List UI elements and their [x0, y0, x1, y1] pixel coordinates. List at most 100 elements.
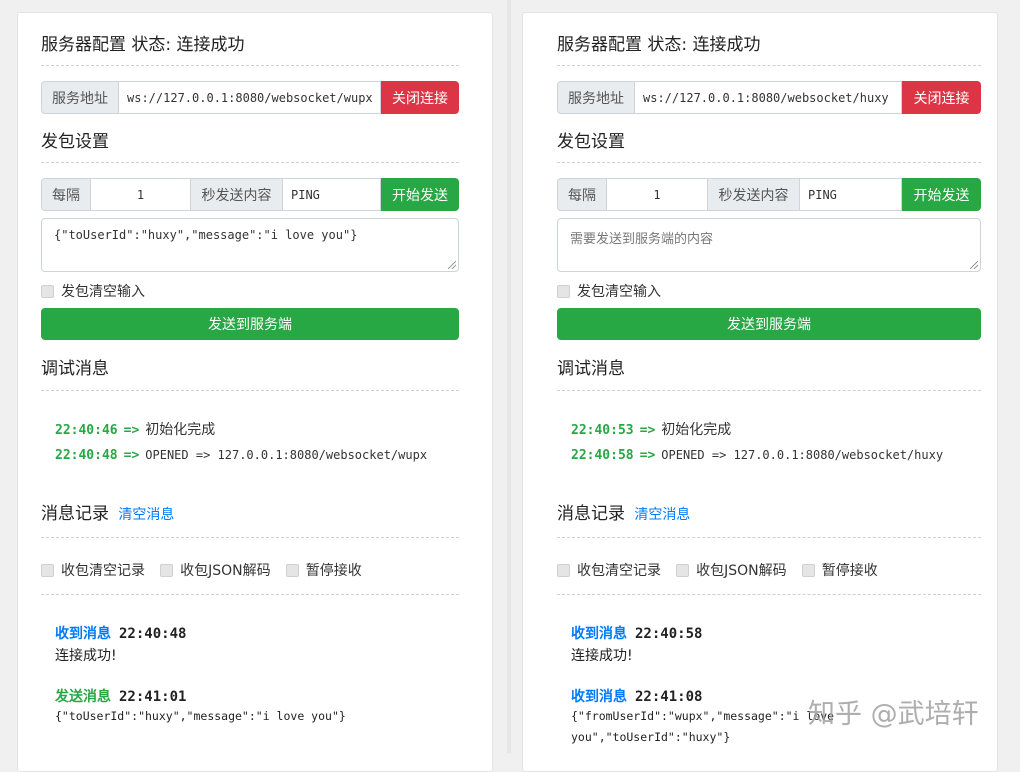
log-arrow: => [123, 423, 140, 438]
interval-group: 每隔 1 秒发送内容 PING 开始发送 [557, 178, 981, 211]
message-body: {"toUserId":"huxy","message":"i love you… [55, 709, 346, 723]
log-time: 22:40:53 [571, 423, 634, 438]
resize-grip-icon[interactable] [448, 261, 456, 269]
debug-heading: 调试消息 [557, 359, 625, 379]
debug-log-entry: 22:40:53 => 初始化完成 [571, 419, 731, 439]
divider [557, 537, 981, 538]
log-arrow: => [639, 448, 656, 463]
clear-input-option[interactable]: 发包清空输入 [557, 281, 661, 301]
watermark: 知乎 @武培轩 [808, 699, 979, 730]
websocket-client-panel-right: 服务器配置 状态: 连接成功 服务地址 ws://127.0.0.1:8080/… [522, 12, 998, 772]
send-settings-heading: 发包设置 [557, 132, 625, 152]
textarea-placeholder: 需要发送到服务端的内容 [570, 232, 714, 247]
address-label: 服务地址 [41, 81, 119, 114]
message-textarea[interactable]: 需要发送到服务端的内容 [557, 218, 981, 272]
log-text: 初始化完成 [145, 422, 216, 438]
clear-input-label: 发包清空输入 [61, 284, 145, 300]
log-text: OPENED => 127.0.0.1:8080/websocket/wupx [145, 448, 428, 462]
clear-messages-link[interactable]: 清空消息 [118, 507, 174, 523]
clear-input-checkbox[interactable] [41, 285, 54, 298]
debug-log-entry: 22:40:58 => OPENED => 127.0.0.1:8080/webso… [571, 448, 943, 463]
divider [41, 65, 459, 66]
interval-input[interactable]: 1 [91, 178, 191, 211]
start-sending-button[interactable]: 开始发送 [902, 178, 981, 211]
address-label: 服务地址 [557, 81, 635, 114]
content-input[interactable]: PING [800, 178, 902, 211]
message-body: 连接成功! [571, 648, 633, 664]
interval-label: 每隔 [557, 178, 607, 211]
receive-options: 收包清空记录 收包JSON解码 暂停接收 [557, 560, 878, 580]
message-type: 收到消息 [55, 626, 111, 642]
log-time: 22:40:46 [55, 423, 118, 438]
message-type: 收到消息 [571, 689, 627, 705]
json-decode-option[interactable]: 收包JSON解码 [160, 560, 271, 579]
log-arrow: => [123, 448, 140, 463]
clear-input-option[interactable]: 发包清空输入 [41, 281, 145, 301]
message-body: 连接成功! [55, 648, 117, 664]
clear-record-checkbox[interactable] [41, 564, 54, 577]
message-entry-title: 收到消息 22:40:48 [55, 623, 186, 643]
receive-options: 收包清空记录 收包JSON解码 暂停接收 [41, 560, 362, 580]
log-text: OPENED => 127.0.0.1:8080/websocket/huxy [661, 448, 944, 462]
websocket-client-panel-left: 服务器配置 状态: 连接成功 服务地址 ws://127.0.0.1:8080/… [17, 12, 493, 772]
log-time: 22:40:58 [571, 448, 634, 463]
resize-grip-icon[interactable] [970, 261, 978, 269]
start-sending-button[interactable]: 开始发送 [381, 178, 459, 211]
message-textarea[interactable]: {"toUserId":"huxy","message":"i love you… [41, 218, 459, 272]
textarea-value: {"toUserId":"huxy","message":"i love you… [54, 228, 358, 242]
clear-record-option[interactable]: 收包清空记录 [41, 560, 145, 579]
close-connection-button[interactable]: 关闭连接 [902, 81, 981, 114]
message-body-line: you","toUserId":"huxy"} [571, 730, 731, 744]
log-text: 初始化完成 [661, 422, 732, 438]
debug-heading: 调试消息 [41, 359, 109, 379]
pause-receive-checkbox[interactable] [285, 564, 299, 577]
send-settings-heading: 发包设置 [41, 132, 109, 152]
message-entry-title: 发送消息 22:41:01 [55, 686, 186, 706]
record-heading-label: 消息记录 [41, 504, 109, 524]
content-input[interactable]: PING [283, 178, 381, 211]
record-heading-label: 消息记录 [557, 504, 625, 524]
json-decode-checkbox[interactable] [676, 564, 690, 577]
address-group: 服务地址 ws://127.0.0.1:8080/websocket/huxy … [557, 81, 981, 114]
clear-record-checkbox[interactable] [557, 564, 570, 577]
divider [557, 65, 981, 66]
pause-receive-checkbox[interactable] [801, 564, 815, 577]
message-type: 发送消息 [55, 689, 111, 705]
content-label: 秒发送内容 [191, 178, 283, 211]
message-time: 22:40:48 [119, 626, 187, 642]
clear-record-label: 收包清空记录 [577, 563, 661, 579]
pause-receive-label: 暂停接收 [821, 563, 878, 579]
interval-group: 每隔 1 秒发送内容 PING 开始发送 [41, 178, 459, 211]
message-entry-title: 收到消息 22:41:08 [571, 686, 702, 706]
message-record-heading: 消息记录 清空消息 [41, 499, 174, 524]
message-entry-title: 收到消息 22:40:58 [571, 623, 702, 643]
send-to-server-button[interactable]: 发送到服务端 [557, 308, 981, 340]
clear-input-label: 发包清空输入 [577, 284, 661, 300]
log-time: 22:40:48 [55, 448, 118, 463]
close-connection-button[interactable]: 关闭连接 [381, 81, 459, 114]
address-input[interactable]: ws://127.0.0.1:8080/websocket/wupx [119, 81, 381, 114]
divider [41, 537, 459, 538]
interval-label: 每隔 [41, 178, 91, 211]
clear-record-option[interactable]: 收包清空记录 [557, 560, 661, 579]
clear-input-checkbox[interactable] [557, 285, 570, 298]
divider [41, 162, 459, 163]
message-time: 22:40:58 [635, 626, 703, 642]
json-decode-option[interactable]: 收包JSON解码 [676, 560, 787, 579]
pause-receive-label: 暂停接收 [305, 563, 362, 579]
divider [557, 594, 981, 595]
send-to-server-button[interactable]: 发送到服务端 [41, 308, 459, 340]
address-input[interactable]: ws://127.0.0.1:8080/websocket/huxy [635, 81, 902, 114]
clear-messages-link[interactable]: 清空消息 [634, 507, 690, 523]
message-time: 22:41:08 [635, 689, 703, 705]
clear-record-label: 收包清空记录 [61, 563, 145, 579]
json-decode-checkbox[interactable] [160, 564, 174, 577]
interval-input[interactable]: 1 [607, 178, 708, 211]
pause-receive-option[interactable]: 暂停接收 [801, 560, 878, 579]
divider [41, 390, 459, 391]
message-body-line: {"fromUserId":"wupx","message":"i love [571, 709, 835, 723]
pause-receive-option[interactable]: 暂停接收 [285, 560, 362, 579]
json-decode-label: 收包JSON解码 [696, 563, 787, 579]
server-config-heading: 服务器配置 状态: 连接成功 [557, 35, 761, 55]
divider [557, 390, 981, 391]
